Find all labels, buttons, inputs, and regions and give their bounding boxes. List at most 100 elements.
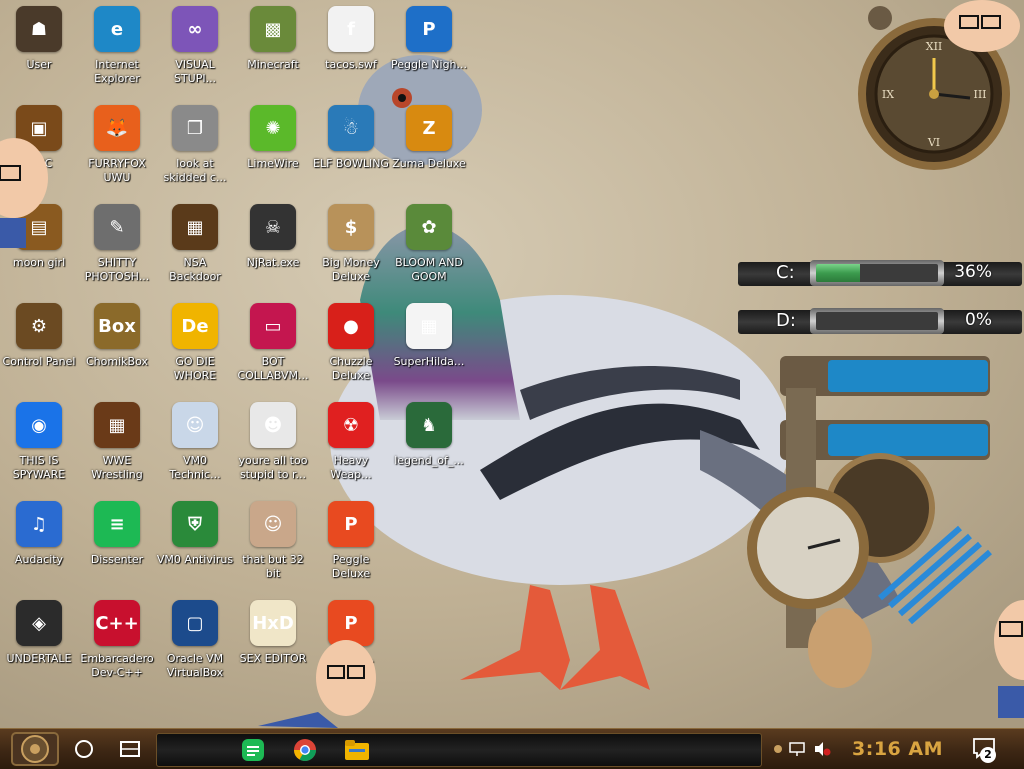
- desktop-icon[interactable]: ☢ Heavy Weap...: [312, 396, 390, 488]
- desktop-icon[interactable]: ☗ User: [0, 0, 78, 92]
- desktop-icon-label: Chuzzle Deluxe: [329, 355, 373, 382]
- desktop-icon-label: Peggle Deluxe: [331, 553, 371, 580]
- desktop-icon[interactable]: ✺ LimeWire: [234, 99, 312, 191]
- desktop-icon[interactable]: 🦊 FURRYFOX UWU: [78, 99, 156, 191]
- desktop-icon[interactable]: De GO DIE WHORE: [156, 297, 234, 389]
- desktop-icon-label: youre all too stupid to r...: [238, 454, 308, 481]
- desktop-icon-label: Peggle Nigh...: [390, 58, 468, 71]
- network-icon[interactable]: [786, 735, 810, 763]
- desktop-icon-label: moon girl: [12, 256, 66, 269]
- desktop-icon[interactable]: ▦ WWE Wrestling: [78, 396, 156, 488]
- drive-d-meter: D: 0%: [738, 304, 1022, 338]
- desktop-icon-label: tacos.swf: [325, 58, 377, 71]
- svg-text:III: III: [973, 88, 986, 101]
- edge-icon: e: [94, 6, 140, 52]
- desktop-icon[interactable]: C++ Embarcadero Dev-C++: [78, 594, 156, 686]
- file-explorer-taskbar-icon[interactable]: [337, 736, 377, 764]
- chrome-taskbar-icon[interactable]: [285, 736, 325, 764]
- drive-letter: C:: [776, 262, 795, 283]
- window-stack-icon: ❐: [172, 105, 218, 151]
- meter-tube: [810, 308, 944, 334]
- desktop-icon-label: SuperHilda...: [393, 355, 465, 368]
- task-view-icon[interactable]: [118, 738, 142, 760]
- desktop-icon-label: BLOOM AND GOOM: [395, 256, 463, 283]
- desktop-icon[interactable]: ☠ NjRat.exe: [234, 198, 312, 290]
- start-button[interactable]: [10, 731, 60, 767]
- desktop-icon[interactable]: ▭ BOT COLLABVM...: [234, 297, 312, 389]
- desktop-icon-label: ChomikBox: [86, 355, 148, 368]
- desktop-icon[interactable]: ≡ Dissenter: [78, 495, 156, 587]
- desktop-icon[interactable]: ▦ NSA Backdoor: [156, 198, 234, 290]
- desktop-icon-label: look at skidded c...: [163, 157, 227, 184]
- desktop-icon-label: GO DIE WHORE: [173, 355, 217, 382]
- pixel-cat-icon: ▦: [406, 303, 452, 349]
- desktop-icon[interactable]: Z Zuma Deluxe: [390, 99, 468, 191]
- search-icon[interactable]: [73, 738, 95, 760]
- desktop-icon-label: Dissenter: [90, 553, 144, 566]
- devcpp-icon: C++: [94, 600, 140, 646]
- desktop-icon[interactable]: ∞ VISUAL STUPI...: [156, 0, 234, 92]
- desktop-icon[interactable]: Box ChomikBox: [78, 297, 156, 389]
- drive-letter: D:: [776, 310, 796, 331]
- desktop-icon[interactable]: ♫ Audacity: [0, 495, 78, 587]
- desktop-icon[interactable]: ☺ VM0 Technic...: [156, 396, 234, 488]
- desktop-icon-label: Oracle VM VirtualBox: [166, 652, 224, 679]
- die-icon: De: [172, 303, 218, 349]
- desktop-icon[interactable]: ▩ Minecraft: [234, 0, 312, 92]
- desktop-icon[interactable]: ❐ look at skidded c...: [156, 99, 234, 191]
- desktop-icon-label: Big Money Deluxe: [322, 256, 380, 283]
- desktop-icon[interactable]: ☺ that but 32 bit: [234, 495, 312, 587]
- dissenter-taskbar-icon[interactable]: [233, 736, 273, 764]
- dissenter-icon: ≡: [94, 501, 140, 547]
- volume-muted-icon[interactable]: [810, 735, 834, 763]
- desktop-icon[interactable]: ✎ SHITTY PHOTOSH...: [78, 198, 156, 290]
- steampunk-user-icon: ☗: [16, 6, 62, 52]
- drive-c-percent: 36%: [954, 262, 992, 282]
- desktop-icon[interactable]: ✿ BLOOM AND GOOM: [390, 198, 468, 290]
- steampunk-pipes-widget: [747, 356, 992, 688]
- desktop-icon[interactable]: ☃ ELF BOWLING: [312, 99, 390, 191]
- desktop-icon[interactable]: ◈ UNDERTALE: [0, 594, 78, 686]
- desktop-icon-label: VM0 Antivirus: [156, 553, 234, 566]
- desktop-icon[interactable]: P Peggle Deluxe: [312, 495, 390, 587]
- taskbar: 3:16 AM 2: [0, 728, 1024, 769]
- desktop-icon[interactable]: f tacos.swf: [312, 0, 390, 92]
- desktop-icon[interactable]: ▦ SuperHilda...: [390, 297, 468, 389]
- notification-center-button[interactable]: 2: [968, 733, 1002, 765]
- desktop-icon[interactable]: ⛨ VM0 Antivirus: [156, 495, 234, 587]
- desktop-icon-label: Internet Explorer: [94, 58, 140, 85]
- desktop-icon[interactable]: ▢ Oracle VM VirtualBox: [156, 594, 234, 686]
- desktop-icon-label: Heavy Weap...: [330, 454, 372, 481]
- cartoon-guy-sticker: [0, 138, 48, 248]
- desktop-icon[interactable]: ⚙ Control Panel: [0, 297, 78, 389]
- visual-studio-icon: ∞: [172, 6, 218, 52]
- desktop-icon-label: SHITTY PHOTOSH...: [84, 256, 150, 283]
- desktop-icon[interactable]: ◉ THIS IS SPYWARE: [0, 396, 78, 488]
- desktop-icon[interactable]: P Peggle Nigh...: [390, 0, 468, 92]
- chomikbox-icon: Box: [94, 303, 140, 349]
- desktop-icon-label: BOT COLLABVM...: [237, 355, 309, 382]
- desktop-icon-label: VM0 Technic...: [169, 454, 221, 481]
- desktop-icon[interactable]: ● Chuzzle Deluxe: [312, 297, 390, 389]
- desktop-icon[interactable]: $ Big Money Deluxe: [312, 198, 390, 290]
- desktop-icon-label: Minecraft: [247, 58, 299, 71]
- cartoon-guy-sticker: [258, 640, 376, 728]
- desktop-icon-label: Audacity: [14, 553, 64, 566]
- flash-file-icon: f: [328, 6, 374, 52]
- money-bag-icon: $: [328, 204, 374, 250]
- svg-text:IX: IX: [882, 88, 894, 101]
- desktop-icon-label: legend_of_...: [394, 454, 464, 467]
- desktop-icon-label: NjRat.exe: [246, 256, 300, 269]
- gear-icon: [774, 745, 782, 753]
- skull-icon: ☠: [250, 204, 296, 250]
- desktop-icon[interactable]: ♞ legend_of_...: [390, 396, 468, 488]
- svg-text:VI: VI: [927, 136, 940, 149]
- tray-clock[interactable]: 3:16 AM: [852, 738, 943, 760]
- desktop-icon-label: Control Panel: [2, 355, 76, 368]
- monitor-icon: ▭: [250, 303, 296, 349]
- firefox-icon: 🦊: [94, 105, 140, 151]
- desktop-icon-label: LimeWire: [247, 157, 299, 170]
- desktop-icon[interactable]: ☻ youre all too stupid to r...: [234, 396, 312, 488]
- desktop-icon[interactable]: e Internet Explorer: [78, 0, 156, 92]
- audacity-icon: ♫: [16, 501, 62, 547]
